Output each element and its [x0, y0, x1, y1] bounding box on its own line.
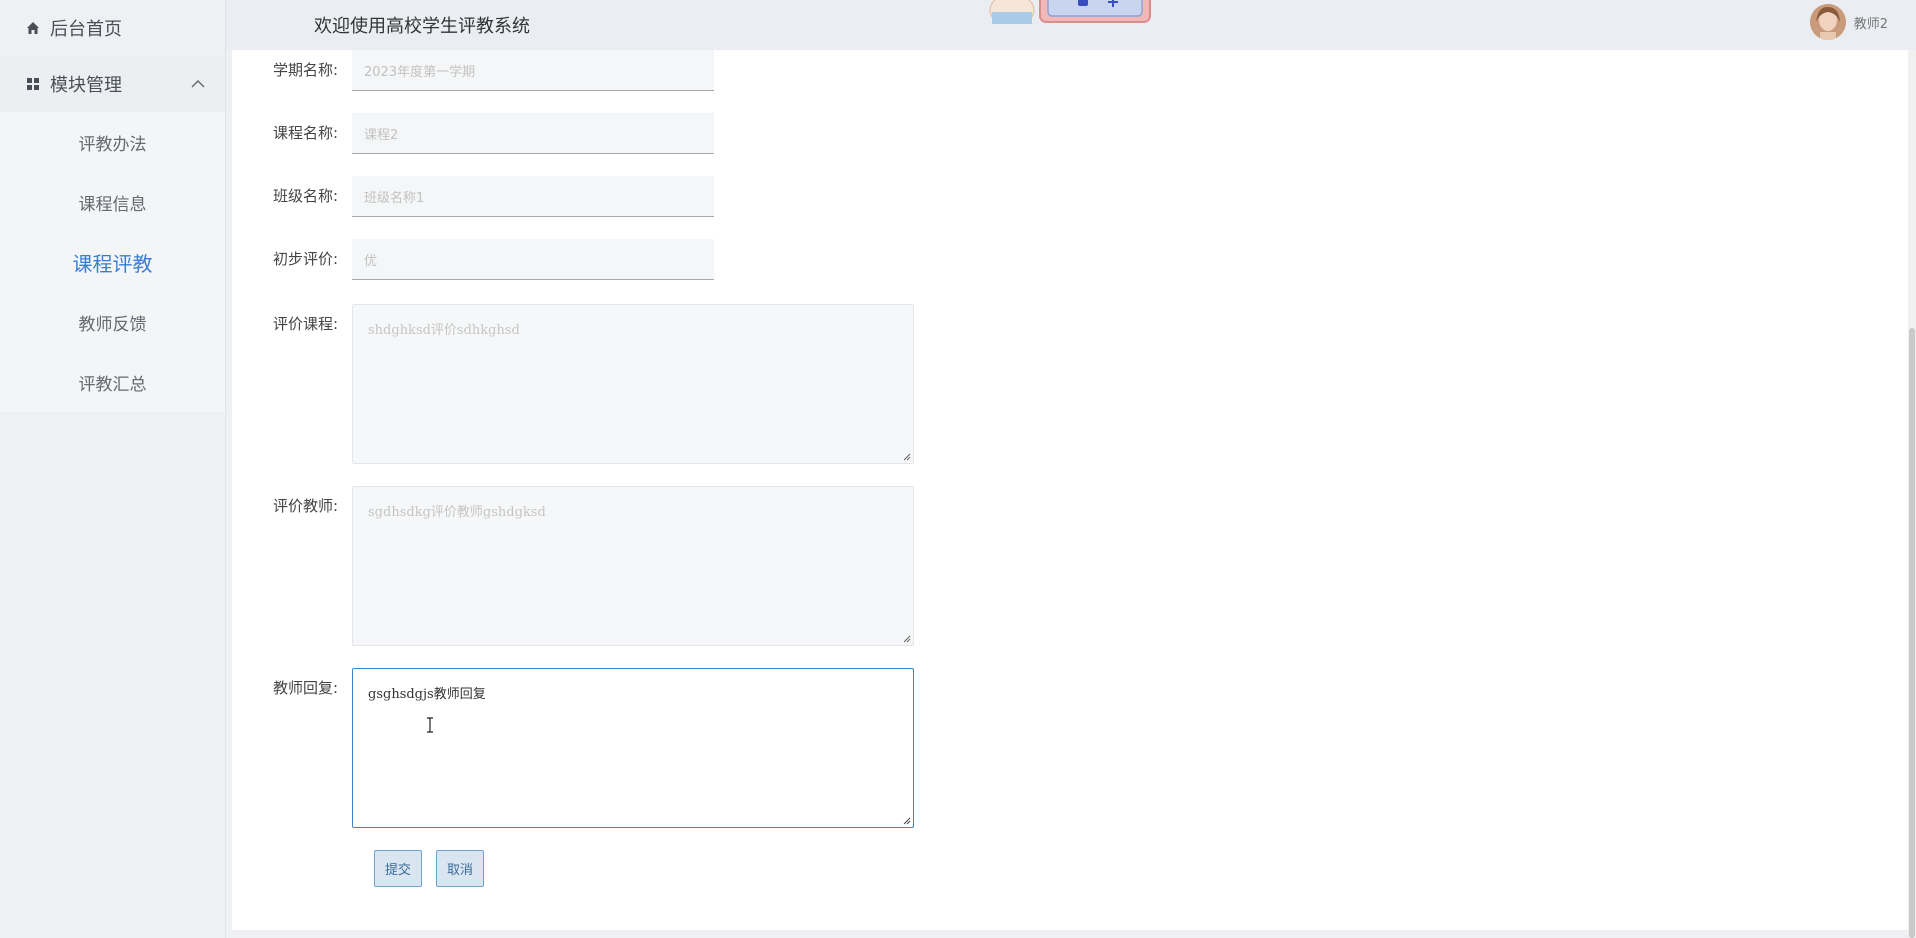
resize-handle-icon[interactable] — [901, 815, 911, 825]
scrollbar-thumb[interactable] — [1909, 328, 1915, 938]
sidebar: 后台首页 模块管理 评教办法 课程信息 课程评教 教师反馈 评教汇总 — [0, 0, 226, 938]
page-title: 欢迎使用高校学生评教系统 — [314, 16, 530, 37]
form-row-initial-eval: 初步评价: 优 — [232, 239, 714, 280]
eval-course-text: shdghksd评价sdhkghsd — [368, 323, 520, 338]
sidebar-item-course-evaluation[interactable]: 课程评教 — [0, 232, 225, 292]
class-label: 班级名称: — [272, 187, 338, 205]
sidebar-item-teacher-feedback[interactable]: 教师反馈 — [0, 292, 225, 352]
avatar[interactable] — [1809, 4, 1846, 40]
eval-course-label: 评价课程: — [272, 315, 338, 333]
resize-handle-icon[interactable] — [901, 451, 911, 461]
grid-icon — [26, 77, 40, 91]
teacher-reply-text: gsghsdgjs教师回复 — [368, 687, 486, 702]
class-input[interactable]: 班级名称1 — [352, 176, 714, 217]
username: 教师2 — [1853, 16, 1888, 32]
eval-teacher-textarea[interactable]: sgdhsdkg评价教师gshdgksd — [352, 486, 914, 646]
eval-course-textarea[interactable]: shdghksd评价sdhkghsd — [352, 304, 914, 464]
teacher-reply-textarea[interactable]: gsghsdgjs教师回复 — [352, 668, 914, 828]
sidebar-item-evaluation-summary[interactable]: 评教汇总 — [0, 352, 225, 412]
eval-teacher-label: 评价教师: — [272, 497, 338, 515]
form-row-semester: 学期名称: 2023年度第一学期 — [232, 50, 714, 91]
submit-button[interactable]: 提交 — [374, 850, 423, 887]
form-row-class: 班级名称: 班级名称1 — [232, 176, 714, 217]
text-cursor-icon — [426, 717, 434, 737]
form-row-teacher-reply: 教师回复: gsghsdgjs教师回复 — [232, 668, 914, 828]
form-row-eval-teacher: 评价教师: sgdhsdkg评价教师gshdgksd — [232, 486, 914, 646]
sidebar-submenu: 评教办法 课程信息 课程评教 教师反馈 评教汇总 — [0, 112, 225, 412]
user-menu[interactable]: 教师2 — [1809, 4, 1888, 40]
sidebar-item-evaluation-method[interactable]: 评教办法 — [0, 112, 225, 172]
sidebar-group-module-management[interactable]: 模块管理 — [0, 56, 225, 112]
sidebar-group-label: 模块管理 — [50, 75, 122, 96]
home-icon — [26, 21, 40, 35]
form-row-course: 课程名称: 课程2 — [232, 113, 714, 154]
cancel-button[interactable]: 取消 — [436, 850, 485, 887]
form-row-eval-course: 评价课程: shdghksd评价sdhkghsd — [232, 304, 914, 464]
top-header: 欢迎使用高校学生评教系统 教师2 — [226, 0, 1916, 50]
form-actions: 提交 取消 — [374, 850, 485, 887]
resize-handle-icon[interactable] — [901, 633, 911, 643]
sidebar-item-home[interactable]: 后台首页 — [0, 0, 225, 56]
vertical-scrollbar[interactable] — [1908, 50, 1916, 938]
sidebar-item-course-info[interactable]: 课程信息 — [0, 172, 225, 232]
eval-teacher-text: sgdhsdkg评价教师gshdgksd — [368, 505, 546, 520]
teacher-reply-label: 教师回复: — [272, 679, 338, 697]
initial-eval-label: 初步评价: — [272, 250, 338, 268]
semester-input[interactable]: 2023年度第一学期 — [352, 50, 714, 91]
course-input[interactable]: 课程2 — [352, 113, 714, 154]
sidebar-home-label: 后台首页 — [50, 19, 122, 40]
chevron-up-icon[interactable] — [191, 79, 205, 89]
header-decoration-illustration — [982, 0, 1157, 24]
course-label: 课程名称: — [272, 124, 338, 142]
semester-label: 学期名称: — [272, 61, 338, 79]
main-content: 学期名称: 2023年度第一学期 课程名称: 课程2 班级名称: 班级名称1 初… — [232, 50, 1908, 930]
initial-eval-input[interactable]: 优 — [352, 239, 714, 280]
